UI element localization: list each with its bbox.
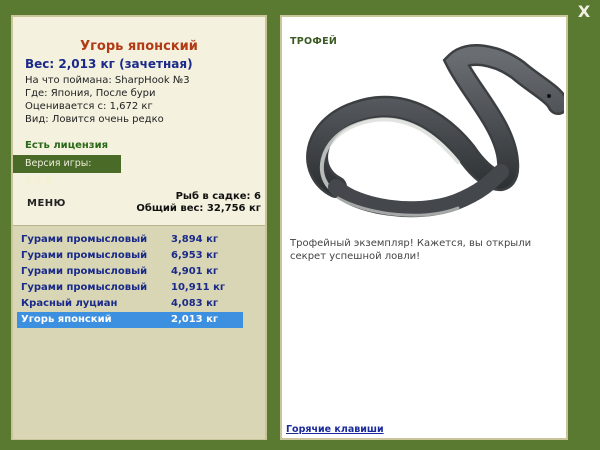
keep-net-info: Рыб в садке: 6 Общий вес: 32,756 кг <box>136 191 261 215</box>
keep-count: Рыб в садке: 6 <box>175 191 261 202</box>
fish-row-weight: 4,083 кг <box>171 298 219 309</box>
fish-list-row[interactable]: Гурами промысловый 10,911 кг <box>17 280 243 296</box>
menu-button[interactable]: МЕНЮ <box>27 198 66 209</box>
fish-row-name: Гурами промысловый <box>21 282 148 293</box>
trophy-label: ТРОФЕЙ <box>290 36 338 47</box>
trophy-panel: ТРОФЕЙ Трофейный экземпляр! Кажется, вы … <box>280 15 568 440</box>
fish-title: Угорь японский <box>80 39 198 54</box>
fish-row-weight: 3,894 кг <box>171 234 219 245</box>
valued-info: Оценивается с: 1,672 кг <box>25 101 153 112</box>
trophy-description: Трофейный экземпляр! Кажется, вы открыли… <box>290 238 532 262</box>
fish-list-row[interactable]: Гурами промысловый 6,953 кг <box>17 248 243 264</box>
location-info: Где: Япония, После бури <box>25 88 156 99</box>
hotkeys-link[interactable]: Горячие клавиши <box>286 424 384 435</box>
fish-row-name: Гурами промысловый <box>21 250 148 261</box>
version-value: 3.7.6 <box>25 176 53 187</box>
fish-row-weight: 6,953 кг <box>171 250 219 261</box>
keep-total-weight: Общий вес: 32,756 кг <box>136 203 261 214</box>
eel-image <box>306 44 564 218</box>
fish-info-panel: Угорь японский Вес: 2,013 кг (зачетная) … <box>11 15 267 440</box>
fish-weight: Вес: 2,013 кг (зачетная) <box>25 57 193 71</box>
version-label: Версия игры: <box>25 158 92 169</box>
rarity-info: Вид: Ловится очень редко <box>25 114 164 125</box>
fish-list-row[interactable]: Гурами промысловый 3,894 кг <box>17 232 243 248</box>
fish-list-row[interactable]: Угорь японский 2,013 кг <box>17 312 243 328</box>
fish-list-row[interactable]: Красный луциан 4,083 кг <box>17 296 243 312</box>
fish-row-name: Красный луциан <box>21 298 118 309</box>
fish-row-weight: 2,013 кг <box>171 314 219 325</box>
fish-row-weight: 4,901 кг <box>171 266 219 277</box>
fish-list-row[interactable]: Гурами промысловый 4,901 кг <box>17 264 243 280</box>
version-bar: Версия игры: 3.7.6 <box>13 155 121 187</box>
fish-row-name: Угорь японский <box>21 314 112 325</box>
bait-info: На что поймана: SharpHook №3 <box>25 75 190 86</box>
fish-row-name: Гурами промысловый <box>21 234 148 245</box>
close-button[interactable]: X <box>576 4 592 20</box>
fish-row-weight: 10,911 кг <box>171 282 226 293</box>
fish-list: Гурами промысловый 3,894 кг Гурами промы… <box>13 225 265 439</box>
license-status: Есть лицензия <box>25 140 109 151</box>
fish-row-name: Гурами промысловый <box>21 266 148 277</box>
